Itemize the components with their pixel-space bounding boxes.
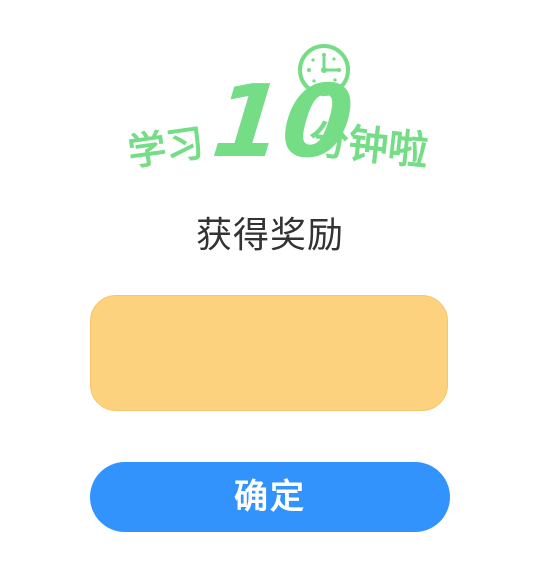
reward-title: 获得奖励 — [195, 215, 344, 256]
reward-display-box — [90, 295, 448, 411]
confirm-button[interactable]: 确定 — [90, 462, 450, 532]
clock-icon — [298, 44, 350, 96]
study-10-minutes-banner: 学习 10 分钟啦 — [110, 38, 450, 178]
banner-prefix: 学习 — [125, 120, 206, 174]
